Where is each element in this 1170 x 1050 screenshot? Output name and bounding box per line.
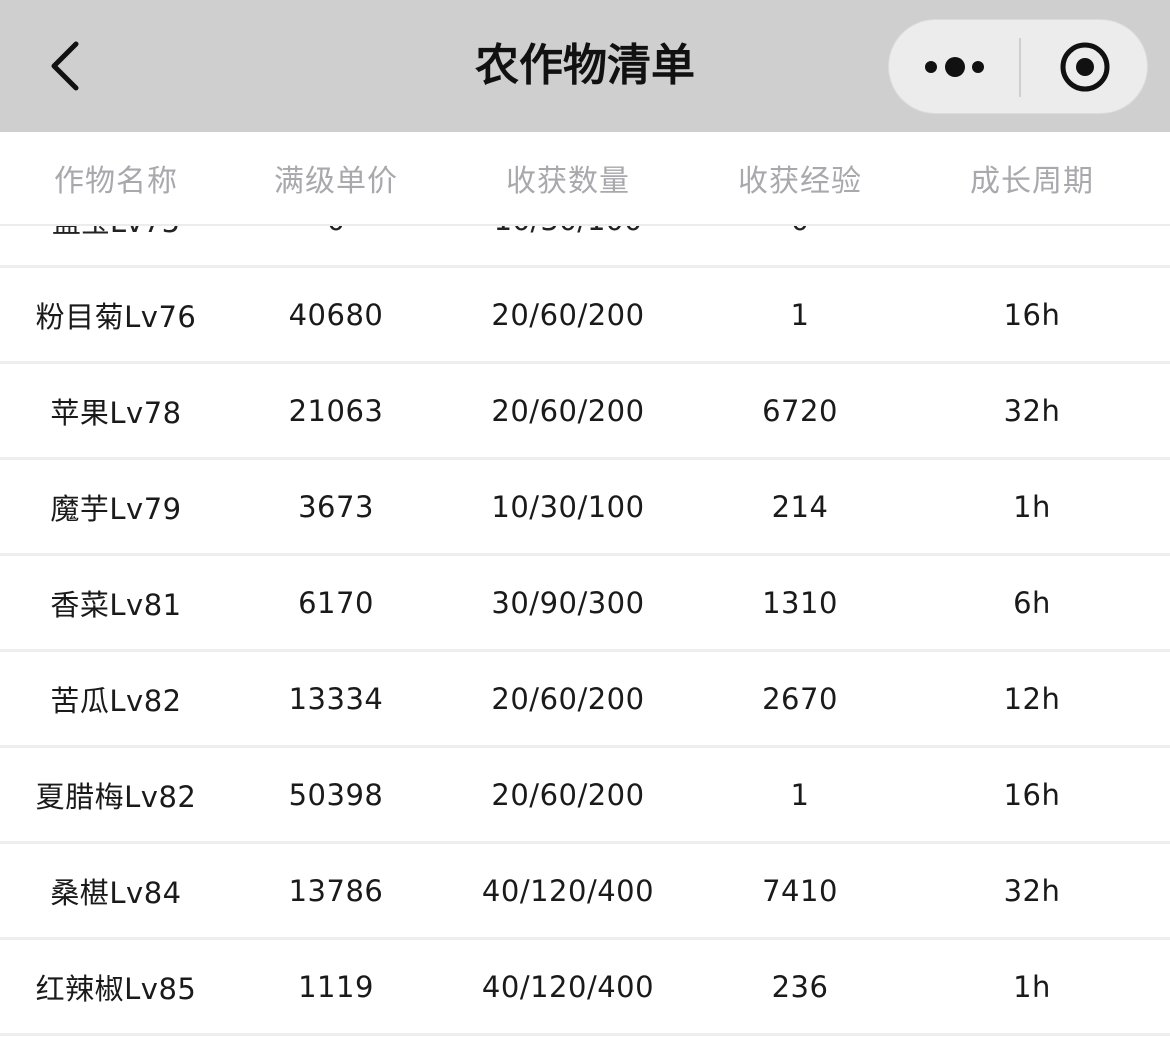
cell-quantity: 10/30/100 — [452, 226, 684, 265]
mini-program-capsule — [888, 19, 1148, 114]
cell-price: 0 — [220, 226, 452, 265]
column-header-exp[interactable]: 收获经验 — [684, 132, 916, 224]
cell-crop-name: 苹果Lv78 — [50, 395, 182, 430]
cell-exp: 1 — [790, 777, 810, 812]
table-row[interactable]: 魔芋Lv79 3673 10/30/100 214 1h — [0, 460, 1170, 556]
cell-quantity: 20/60/200 — [491, 777, 645, 812]
cell-exp: 214 — [771, 489, 829, 524]
table-row[interactable]: 香菜Lv81 6170 30/90/300 1310 6h — [0, 556, 1170, 652]
more-button[interactable] — [889, 20, 1019, 115]
table-row[interactable]: 夏腊梅Lv82 50398 20/60/200 1 16h — [0, 748, 1170, 844]
cell-exp: 2670 — [762, 681, 838, 716]
cell-cycle: 16h — [1003, 777, 1061, 812]
cell-exp: 0 — [684, 226, 916, 265]
table-row[interactable]: 桑椹Lv84 13786 40/120/400 7410 32h — [0, 844, 1170, 940]
cell-cycle: 16h — [1003, 297, 1061, 332]
cell-cycle: 32h — [1003, 393, 1061, 428]
crop-table-body[interactable]: 蓝宝Lv75 0 10/30/100 0 粉目菊Lv76 40680 20/60… — [0, 226, 1170, 1050]
cell-price: 13786 — [288, 873, 384, 908]
table-header: 作物名称 满级单价 收获数量 收获经验 成长周期 — [0, 132, 1170, 226]
table-row[interactable]: 苦瓜Lv82 13334 20/60/200 2670 12h — [0, 652, 1170, 748]
cell-price: 13334 — [288, 681, 384, 716]
cell-cycle: 1h — [1013, 969, 1051, 1004]
cell-quantity: 40/120/400 — [481, 969, 655, 1004]
chevron-left-icon — [51, 41, 79, 91]
cell-crop-name: 香菜Lv81 — [50, 587, 182, 622]
cell-crop-name: 桑椹Lv84 — [50, 875, 182, 910]
cell-price: 40680 — [288, 297, 384, 332]
cell-cycle: 32h — [1003, 873, 1061, 908]
close-button[interactable] — [1021, 20, 1149, 115]
cell-quantity: 30/90/300 — [491, 585, 645, 620]
cell-quantity: 20/60/200 — [491, 297, 645, 332]
cell-crop-name: 粉目菊Lv76 — [35, 299, 197, 334]
cell-crop-name: 苦瓜Lv82 — [50, 683, 182, 718]
cell-price: 21063 — [288, 393, 384, 428]
cell-quantity: 20/60/200 — [491, 681, 645, 716]
column-header-cycle[interactable]: 成长周期 — [916, 132, 1148, 224]
cell-exp: 1 — [790, 297, 810, 332]
table-row[interactable]: 粉目菊Lv76 40680 20/60/200 1 16h — [0, 268, 1170, 364]
cell-crop-name: 红辣椒Lv85 — [35, 971, 197, 1006]
column-header-name[interactable]: 作物名称 — [0, 132, 232, 224]
cell-quantity: 40/120/400 — [481, 873, 655, 908]
cell-crop-name: 夏腊梅Lv82 — [35, 779, 197, 814]
navigation-bar: 农作物清单 — [0, 0, 1170, 132]
column-header-quantity[interactable]: 收获数量 — [452, 132, 684, 224]
cell-cycle — [916, 226, 1148, 265]
cell-price: 3673 — [298, 489, 374, 524]
cell-price: 50398 — [288, 777, 384, 812]
table-row-partial[interactable]: 蓝宝Lv75 0 10/30/100 0 — [0, 226, 1170, 268]
cell-exp: 6720 — [762, 393, 838, 428]
cell-price: 6170 — [298, 585, 374, 620]
cell-crop-name: 魔芋Lv79 — [50, 491, 182, 526]
cell-quantity: 10/30/100 — [491, 489, 645, 524]
column-header-price[interactable]: 满级单价 — [220, 132, 452, 224]
cell-exp: 1310 — [762, 585, 838, 620]
table-row[interactable]: 红辣椒Lv85 1119 40/120/400 236 1h — [0, 940, 1170, 1036]
table-row[interactable]: 苹果Lv78 21063 20/60/200 6720 32h — [0, 364, 1170, 460]
cell-quantity: 20/60/200 — [491, 393, 645, 428]
cell-cycle: 12h — [1003, 681, 1061, 716]
cell-cycle: 1h — [1013, 489, 1051, 524]
more-dots-icon — [925, 57, 984, 77]
target-circle-icon — [1060, 42, 1110, 92]
cell-price: 1119 — [298, 969, 374, 1004]
cell-exp: 7410 — [762, 873, 838, 908]
cell-cycle: 6h — [1013, 585, 1051, 620]
cell-exp: 236 — [771, 969, 829, 1004]
back-button[interactable] — [36, 36, 96, 96]
cell-crop-name: 蓝宝Lv75 — [0, 226, 232, 265]
